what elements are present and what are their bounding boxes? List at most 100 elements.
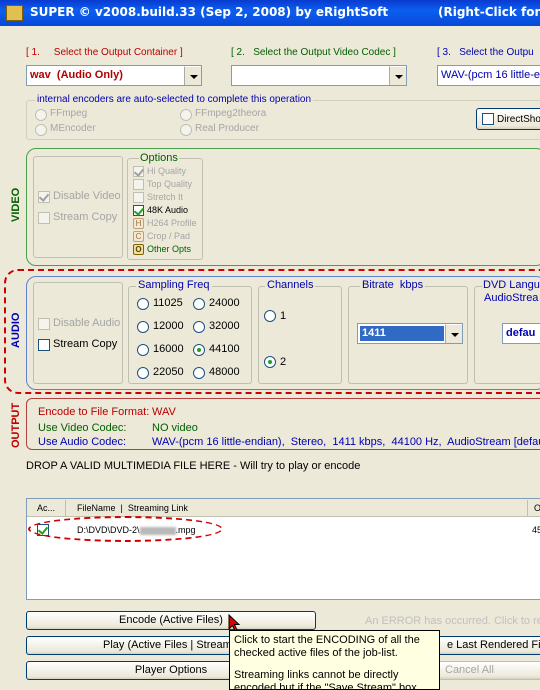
video-section-label: VIDEO — [10, 187, 22, 222]
col-divider — [527, 500, 528, 516]
output-container-select[interactable]: wav (Audio Only) — [26, 65, 202, 86]
chevron-down-icon[interactable] — [389, 66, 406, 85]
col-o-header[interactable]: O — [534, 503, 540, 513]
col-active-header[interactable]: Ac... — [37, 503, 55, 513]
disable-video-checkbox[interactable] — [38, 191, 50, 203]
error-message[interactable]: An ERROR has occurred. Click to re — [365, 615, 540, 627]
output-audio-key: Use Audio Codec: — [38, 436, 127, 448]
file-highlight-annotation — [28, 516, 223, 542]
freq-22050-label: 22050 — [153, 366, 184, 378]
app-icon — [6, 5, 23, 21]
tooltip-line-1: Click to start the ENCODING of all the — [234, 634, 420, 646]
disable-audio-checkbox[interactable] — [38, 318, 50, 330]
audio-stream-copy-checkbox[interactable] — [38, 339, 50, 351]
bitrate-title: Bitrate kbps — [360, 279, 426, 291]
chevron-down-icon[interactable] — [445, 324, 462, 343]
last-rendered-button[interactable]: e Last Rendered File — [432, 636, 540, 655]
freq-11025-radio[interactable] — [137, 298, 149, 310]
freq-24000-label: 24000 — [209, 297, 240, 309]
bitrate-select[interactable]: 1411 — [357, 323, 463, 344]
freq-44100-radio[interactable] — [193, 344, 205, 356]
h264-profile-label: H264 Profile — [147, 218, 197, 228]
dvd-language-value: defau — [506, 327, 536, 339]
output-format-value: WAV — [152, 406, 176, 418]
col-filename-header[interactable]: FileName | Streaming Link — [77, 503, 188, 513]
freq-16000-label: 16000 — [153, 343, 184, 355]
48k-audio-checkbox[interactable] — [133, 205, 144, 216]
video-options-title: Options — [139, 152, 179, 164]
channel-1-label: 1 — [280, 310, 287, 322]
play-button[interactable]: Play (Active Files | Streams — [26, 636, 237, 655]
channel-2-label: 2 — [280, 356, 287, 368]
audio-codec-value: WAV-(pcm 16 little-e — [441, 69, 540, 81]
freq-32000-radio[interactable] — [193, 321, 205, 333]
freq-48000-label: 48000 — [209, 366, 240, 378]
output-format-key: Encode to File Format: — [38, 406, 150, 418]
bitrate-value: 1411 — [362, 327, 386, 339]
directshow-button[interactable]: DirectSho — [476, 108, 540, 130]
audio-section-label: AUDIO — [10, 312, 22, 348]
freq-24000-radio[interactable] — [193, 298, 205, 310]
job-list[interactable]: Ac... FileName | Streaming Link O D:\DVD… — [26, 498, 540, 600]
freq-32000-label: 32000 — [209, 320, 240, 332]
step-3-label: [ 3. Select the Outpu — [437, 47, 534, 58]
output-container-value: wav (Audio Only) — [30, 69, 123, 81]
drop-hint: DROP A VALID MULTIMEDIA FILE HERE - Will… — [26, 460, 361, 472]
freq-48000-radio[interactable] — [193, 367, 205, 379]
hi-quality-checkbox[interactable] — [133, 166, 144, 177]
dvd-language-select[interactable]: defau — [502, 323, 540, 344]
directshow-checkbox[interactable] — [482, 113, 494, 125]
ffmpeg-radio[interactable] — [35, 109, 47, 121]
encoders-legend: internal encoders are auto-selected to c… — [35, 94, 314, 105]
ffmpeg2theora-radio[interactable] — [180, 109, 192, 121]
encode-button[interactable]: Encode (Active Files) — [26, 611, 316, 630]
channel-2-radio[interactable] — [264, 356, 276, 368]
dvd-language-title: DVD Langu — [482, 279, 540, 291]
tooltip-line-4: encoded but if the "Save Stream" box — [234, 682, 417, 690]
channel-1-radio[interactable] — [264, 310, 276, 322]
top-quality-checkbox[interactable] — [133, 179, 144, 190]
window-title: SUPER © v2008.build.33 (Sep 2, 2008) by … — [30, 5, 389, 19]
output-video-key: Use Video Codec: — [38, 422, 127, 434]
ffmpeg-label: FFmpeg — [50, 108, 88, 119]
realproducer-label: Real Producer — [195, 123, 259, 134]
cancel-all-button[interactable]: Cancel All — [432, 661, 540, 680]
freq-11025-label: 11025 — [153, 297, 183, 309]
freq-12000-radio[interactable] — [137, 321, 149, 333]
48k-audio-label: 48K Audio — [147, 205, 189, 215]
freq-22050-radio[interactable] — [137, 367, 149, 379]
freq-44100-label: 44100 — [209, 343, 240, 355]
window-title-hint: (Right-Click for — [438, 5, 540, 19]
mencoder-radio[interactable] — [35, 124, 47, 136]
audio-codec-select[interactable]: WAV-(pcm 16 little-e — [437, 65, 540, 86]
col-divider — [65, 500, 66, 516]
tooltip-line-3: Streaming links cannot be directly — [234, 669, 399, 681]
audio-toggles-box — [33, 282, 123, 384]
h264-badge[interactable]: H — [133, 218, 144, 229]
output-video-value: NO video — [152, 422, 198, 434]
stretch-it-checkbox[interactable] — [133, 192, 144, 203]
other-opts-label: Other Opts — [147, 244, 192, 254]
title-bar[interactable]: SUPER © v2008.build.33 (Sep 2, 2008) by … — [0, 0, 540, 26]
encoders-group — [26, 100, 540, 140]
output-section-label: OUTPUT — [10, 402, 22, 448]
freq-16000-radio[interactable] — [137, 344, 149, 356]
dvd-audiostream-title: AudioStrea — [484, 292, 539, 304]
directshow-label: DirectSho — [497, 114, 540, 125]
file-o-value: 45 — [532, 525, 540, 535]
channels-title: Channels — [265, 279, 316, 291]
hi-quality-label: Hi Quality — [147, 166, 187, 176]
crop-pad-label: Crop / Pad — [147, 231, 191, 241]
video-codec-select[interactable] — [231, 65, 407, 86]
step-1-label: [ 1. Select the Output Container ] — [26, 47, 183, 58]
ffmpeg2theora-label: FFmpeg2theora — [195, 108, 267, 119]
step-2-label: [ 2. Select the Output Video Codec ] — [231, 47, 396, 58]
other-opts-badge[interactable]: O — [133, 244, 144, 255]
realproducer-radio[interactable] — [180, 124, 192, 136]
video-toggles-box — [33, 156, 123, 258]
encode-tooltip: Click to start the ENCODING of all the c… — [229, 630, 440, 690]
crop-badge[interactable]: C — [133, 231, 144, 242]
tooltip-line-2: checked active files of the job-list. — [234, 647, 398, 659]
video-stream-copy-checkbox[interactable] — [38, 212, 50, 224]
chevron-down-icon[interactable] — [184, 66, 201, 85]
